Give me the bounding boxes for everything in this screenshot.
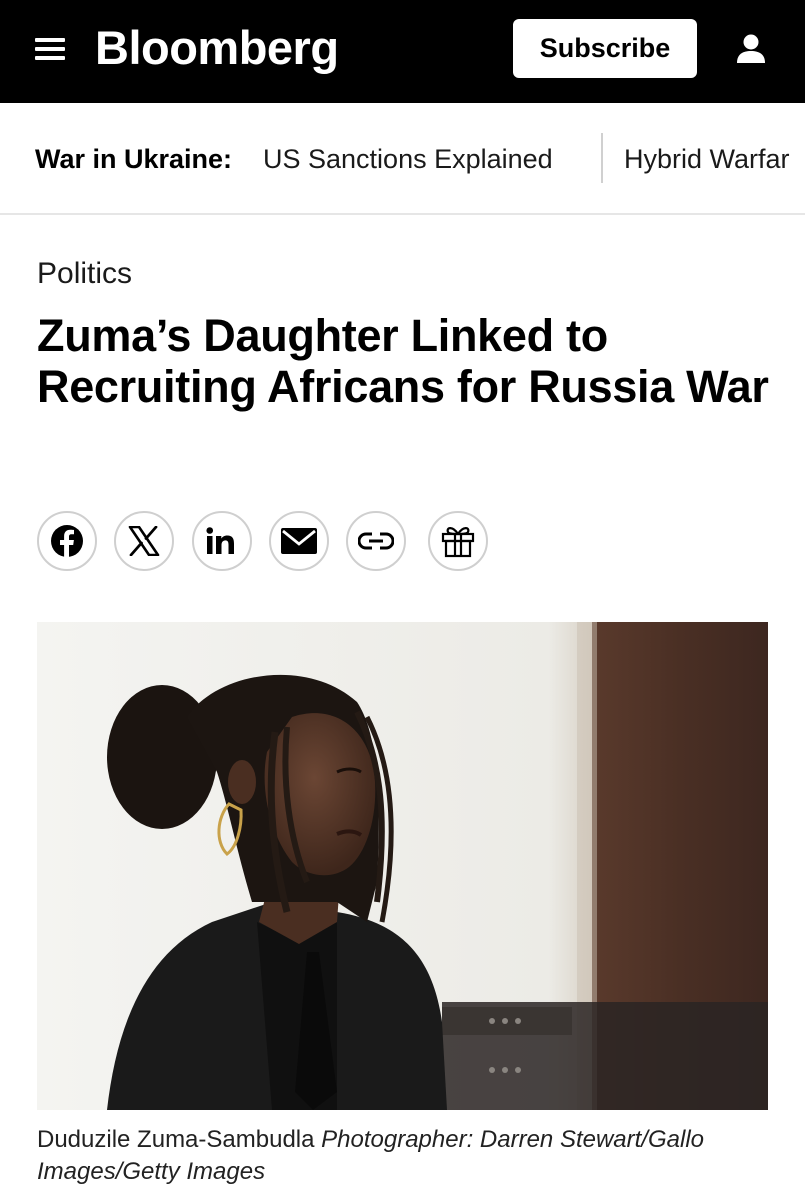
linkedin-share-button[interactable] bbox=[192, 511, 252, 571]
copy-link-button[interactable] bbox=[346, 511, 406, 571]
topic-subnav: War in Ukraine: US Sanctions Explained H… bbox=[0, 103, 805, 215]
subnav-link-us-sanctions[interactable]: US Sanctions Explained bbox=[263, 143, 553, 175]
linkedin-icon bbox=[206, 527, 234, 554]
email-icon bbox=[281, 528, 317, 554]
category-link[interactable]: Politics bbox=[37, 256, 132, 292]
subnav-divider bbox=[601, 133, 603, 183]
subscribe-button[interactable]: Subscribe bbox=[513, 19, 697, 78]
facebook-share-button[interactable] bbox=[37, 511, 97, 571]
article-photo bbox=[37, 622, 768, 1110]
email-share-button[interactable] bbox=[269, 511, 329, 571]
x-share-button[interactable] bbox=[114, 511, 174, 571]
caption-subject: Duduzile Zuma-Sambudla bbox=[37, 1126, 315, 1153]
article-headline: Zuma’s Daughter Linked to Recruiting Afr… bbox=[37, 310, 769, 412]
bloomberg-logo[interactable]: Bloomberg bbox=[95, 18, 339, 78]
facebook-icon bbox=[51, 525, 83, 558]
x-icon bbox=[128, 526, 160, 556]
top-bar: Bloomberg Subscribe bbox=[0, 0, 805, 103]
gift-icon bbox=[441, 527, 475, 558]
gift-article-button[interactable] bbox=[428, 511, 488, 571]
user-icon[interactable] bbox=[736, 33, 766, 65]
subnav-link-hybrid-warfare[interactable]: Hybrid Warfar bbox=[624, 143, 790, 175]
subnav-label: War in Ukraine: bbox=[35, 144, 233, 174]
photo-caption: Duduzile Zuma-Sambudla Photographer: Dar… bbox=[37, 1124, 777, 1188]
link-icon bbox=[358, 532, 394, 550]
hamburger-menu-icon[interactable] bbox=[35, 36, 65, 62]
photo-illustration bbox=[37, 622, 768, 1110]
